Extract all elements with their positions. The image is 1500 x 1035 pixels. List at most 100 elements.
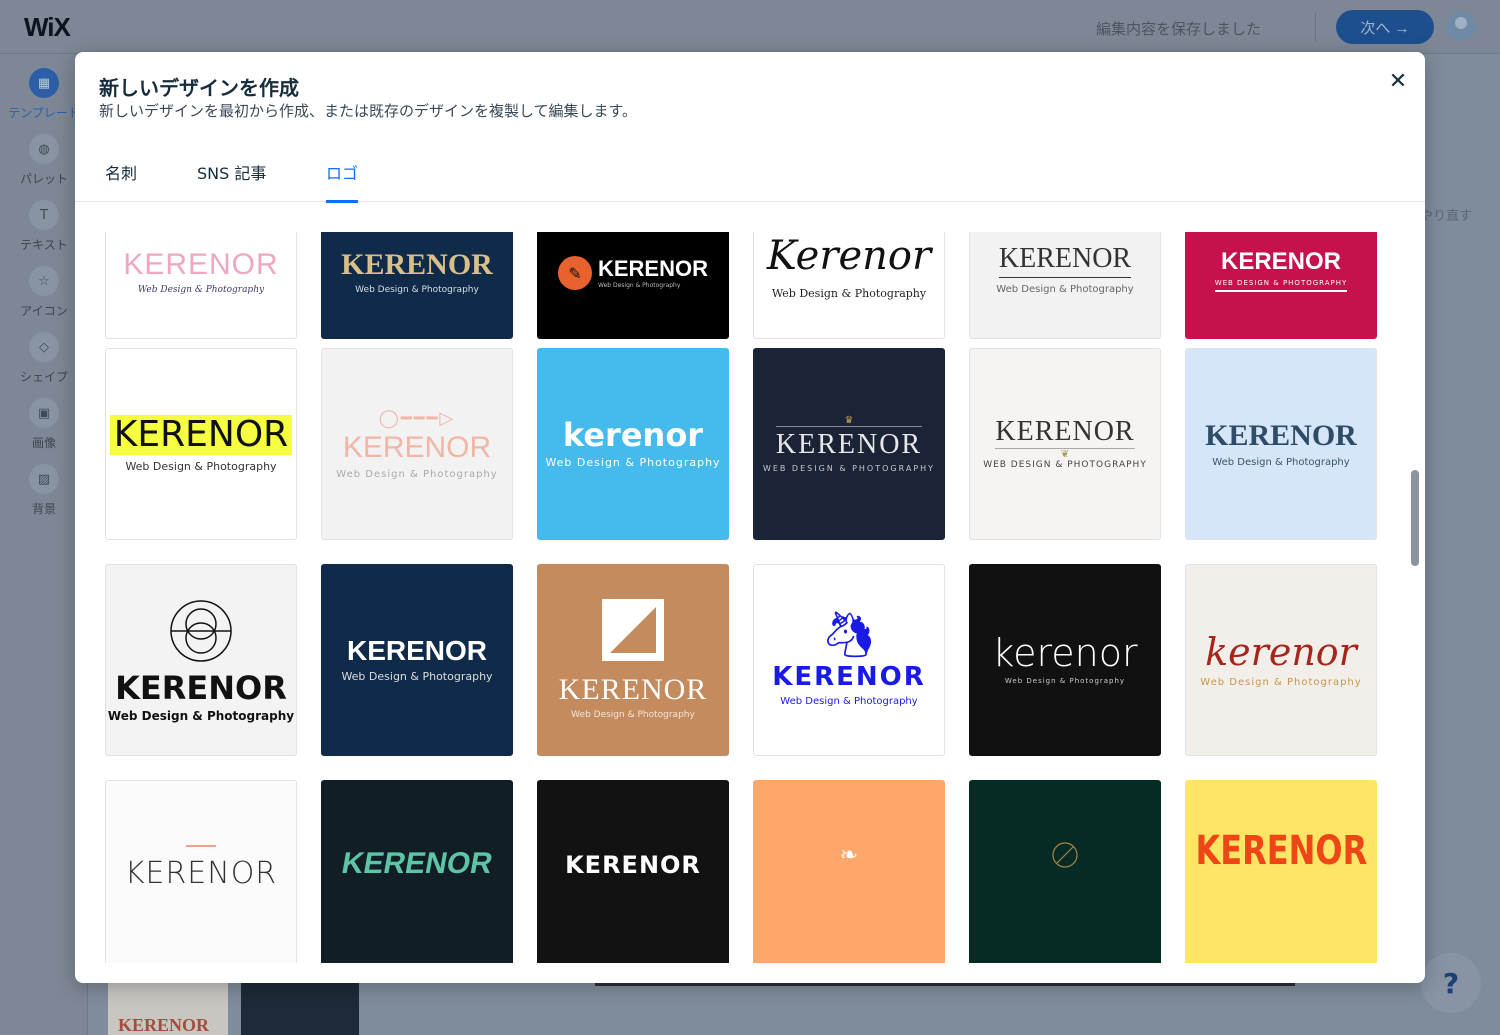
logo-name: KERENOR	[1195, 828, 1367, 874]
modal-subtitle: 新しいデザインを最初から作成、または既存のデザインを複製して編集します。	[99, 102, 638, 120]
scrollbar[interactable]	[1411, 470, 1419, 566]
divider	[1315, 12, 1316, 42]
logo-template-card[interactable]: KERENOR	[1185, 780, 1377, 963]
circle-leaf-icon	[1052, 842, 1078, 868]
square-emblem-icon	[602, 599, 664, 662]
logo-template-card[interactable]: ◯━━━▷ KERENOR Web Design & Photography	[321, 348, 513, 540]
bg-thumbnail	[241, 983, 359, 1035]
logo-tagline: Web Design & Photography	[107, 709, 295, 724]
logo-name: KERENOR	[1220, 247, 1341, 275]
avatar[interactable]	[1446, 11, 1476, 41]
unicorn-icon: 🦄︎	[821, 609, 877, 661]
image-icon: ▣	[29, 398, 59, 428]
logo-tagline: WEB DESIGN & PHOTOGRAPHY	[1214, 279, 1348, 293]
logo-name: KERENOR	[123, 248, 279, 282]
create-design-modal: 新しいデザインを作成 新しいデザインを最初から作成、または既存のデザインを複製し…	[75, 52, 1425, 983]
help-button[interactable]: ?	[1421, 953, 1481, 1013]
close-icon[interactable]: ✕	[1383, 66, 1413, 96]
logo-template-card[interactable]: KERENOR Web Design & Photography	[969, 232, 1161, 339]
pencil-icon: ◯━━━▷	[378, 408, 456, 429]
logo-name: KERENOR	[341, 248, 493, 282]
logo-template-card[interactable]: Kerenor Web Design & Photography	[753, 232, 945, 339]
pencil-icon: ✎	[557, 256, 592, 290]
logo-tagline: Web Design & Photography	[336, 469, 498, 480]
modal-title: 新しいデザインを作成	[99, 76, 299, 100]
star-icon: ☆	[29, 266, 59, 296]
logo-template-card[interactable]: ✎ KERENOR Web Design & Photography	[537, 232, 729, 339]
bg-thumbnail: KERENOR	[108, 983, 228, 1035]
logo-tagline: Web Design & Photography	[1004, 677, 1126, 686]
logo-name: Kerenor	[766, 232, 932, 279]
logo-name: KERENOR	[109, 414, 293, 455]
logo-template-card[interactable]: KERENOR Web Design & Photography	[321, 232, 513, 339]
logo-template-card[interactable]	[969, 780, 1161, 963]
redo-button[interactable]: やり直す	[1420, 205, 1472, 224]
logo-template-card[interactable]: KERENOR Web Design & Photography	[321, 564, 513, 756]
logo-name: KERENOR	[775, 425, 923, 459]
shape-icon: ◇	[29, 332, 59, 362]
logo-tagline: Web Design & Photography	[341, 669, 493, 683]
logo-template-card[interactable]: KERENOR Web Design & Photography	[105, 232, 297, 339]
logo-template-card[interactable]: ♛ KERENOR WEB DESIGN & PHOTOGRAPHY	[753, 348, 945, 540]
logo-tagline: Web Design & Photography	[137, 285, 265, 296]
tab-bar: 名刺 SNS 記事 ロゴ	[75, 148, 1425, 203]
tab-sns-post[interactable]: SNS 記事	[197, 160, 266, 202]
logo-tagline: Web Design & Photography	[545, 455, 721, 469]
logo-name: KERENOR	[339, 847, 495, 880]
logo-name: KERENOR	[124, 856, 278, 891]
logo-name: KERENOR	[995, 416, 1135, 449]
logo-template-card[interactable]: kerenor Web Design & Photography	[1185, 564, 1377, 756]
canvas-edge	[595, 983, 1295, 986]
wix-logo: WiX	[24, 12, 71, 42]
logo-template-card[interactable]: 🦄︎ KERENOR Web Design & Photography	[753, 564, 945, 756]
logo-name: KERENOR	[342, 431, 492, 464]
logo-tagline: Web Design & Photography	[1212, 456, 1350, 468]
logo-template-card[interactable]: KERENOR Web Design & Photography	[1185, 348, 1377, 540]
logo-template-card[interactable]: ❧	[753, 780, 945, 963]
logo-template-card[interactable]: kerenor Web Design & Photography	[969, 564, 1161, 756]
logo-tagline: WEB DESIGN & PHOTOGRAPHY	[762, 463, 936, 473]
crown-icon: ♛	[844, 414, 854, 426]
next-button[interactable]: 次へ →	[1336, 10, 1434, 44]
logo-template-card[interactable]: KERENOR Web Design & Photography	[537, 564, 729, 756]
logo-template-card[interactable]: KERENOR	[537, 780, 729, 963]
logo-tagline: WEB DESIGN & PHOTOGRAPHY	[983, 460, 1147, 470]
logo-name: KERENOR	[998, 245, 1132, 278]
logo-name: kerenor	[562, 415, 704, 454]
logo-name: kerenor	[1205, 629, 1357, 674]
logo-tagline: Web Design & Photography	[571, 710, 695, 721]
logo-tagline: Web Design & Photography	[1200, 676, 1362, 688]
tab-logo[interactable]: ロゴ	[326, 160, 359, 203]
logo-template-card[interactable]: KERENOR	[321, 780, 513, 963]
logo-tagline: Web Design & Photography	[780, 695, 918, 707]
logo-name: KERENOR	[1205, 418, 1357, 452]
circle-emblem-icon	[170, 600, 232, 663]
logo-name: kerenor	[992, 631, 1138, 676]
logo-template-card[interactable]: KERENOR Web Design & Photography	[105, 564, 297, 756]
leaf-icon: ❦	[1060, 449, 1070, 460]
tab-business-card[interactable]: 名刺	[105, 160, 137, 202]
logo-tagline: Web Design & Photography	[771, 286, 927, 300]
divider	[186, 845, 216, 847]
logo-name: KERENOR	[597, 255, 708, 281]
logo-template-card[interactable]: KERENOR ❦ WEB DESIGN & PHOTOGRAPHY	[969, 348, 1161, 540]
logo-tagline: Web Design & Photography	[597, 281, 681, 289]
logo-name: KERENOR	[115, 669, 287, 708]
logo-template-card[interactable]: kerenor Web Design & Photography	[537, 348, 729, 540]
logo-template-card[interactable]: KERENOR Web Design & Photography	[105, 348, 297, 540]
ornament-icon: ❧	[839, 843, 859, 868]
saved-status: 編集内容を保存しました	[1096, 20, 1262, 38]
logo-name: KERENOR	[565, 851, 701, 879]
top-bar: WiX 編集内容を保存しました 次へ →	[0, 0, 1500, 54]
logo-tagline: Web Design & Photography	[125, 459, 277, 473]
template-icon: ▦	[29, 68, 59, 98]
logo-tagline: Web Design & Photography	[996, 284, 1134, 295]
palette-icon: ◍	[29, 134, 59, 164]
logo-tagline: Web Design & Photography	[355, 285, 479, 296]
logo-name: KERENOR	[346, 634, 487, 666]
logo-template-card[interactable]: KERENOR WEB DESIGN & PHOTOGRAPHY	[1185, 232, 1377, 339]
text-icon: T	[29, 200, 59, 230]
logo-template-grid: KERENOR Web Design & Photography KERENOR…	[75, 232, 1425, 963]
logo-template-card[interactable]: KERENOR	[105, 780, 297, 963]
logo-name: KERENOR	[772, 661, 926, 692]
